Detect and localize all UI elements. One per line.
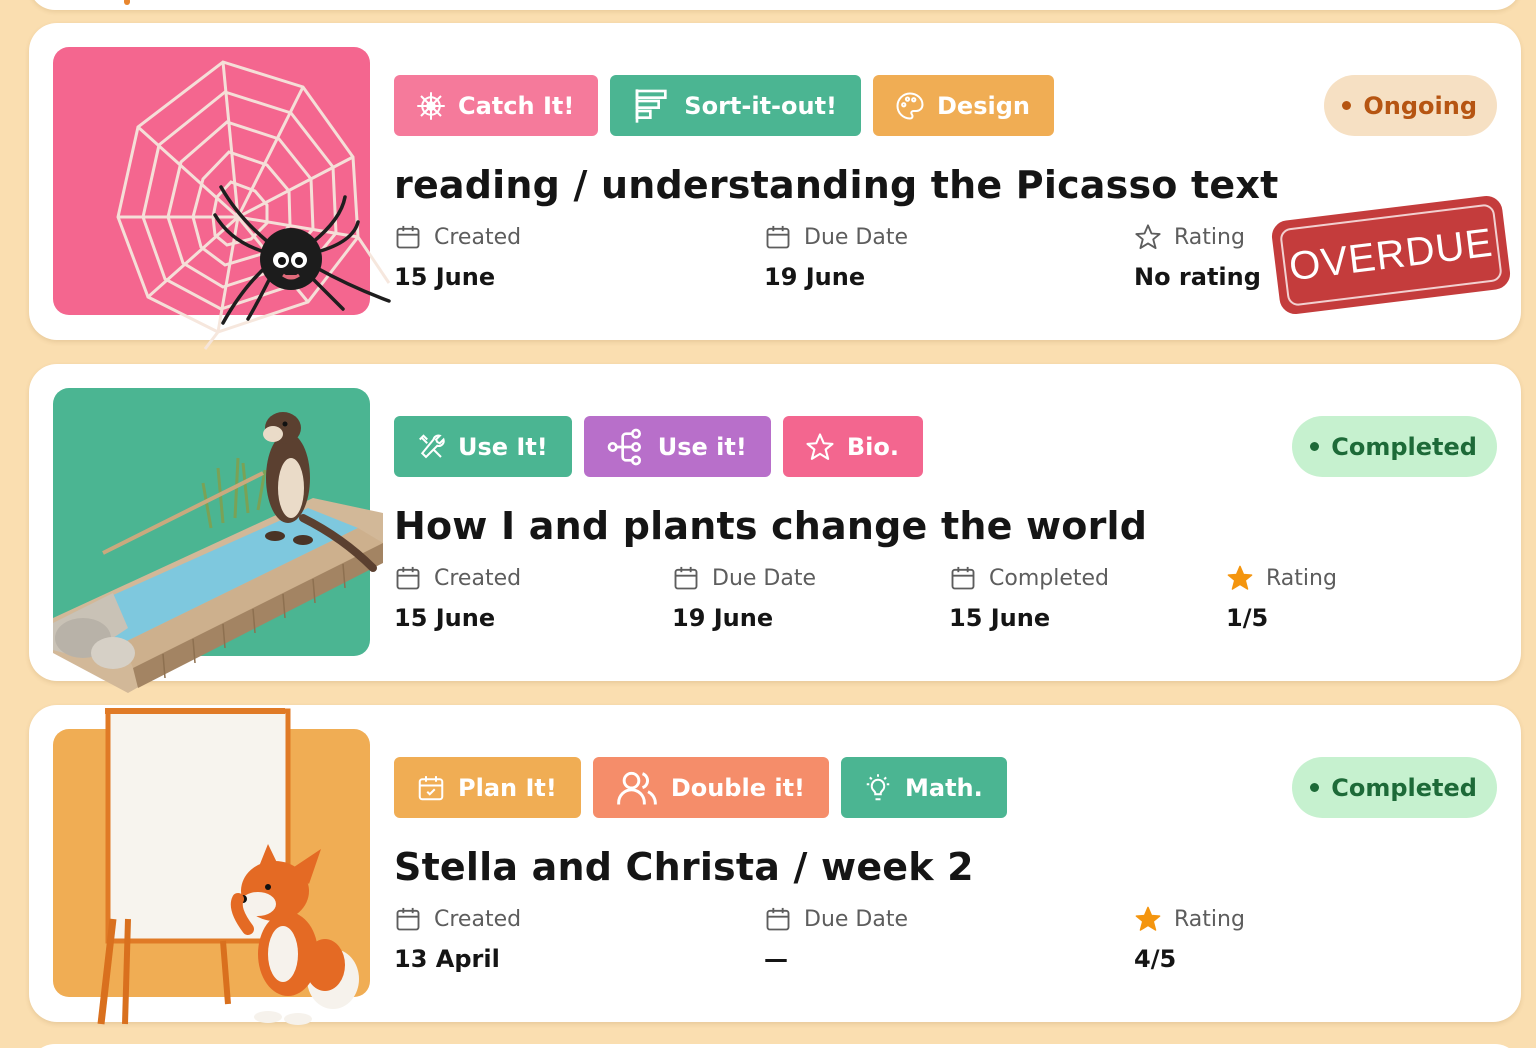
calendar-icon [396,566,420,590]
rating-label: Rating [1174,224,1245,250]
due-date-value: 19 June [672,604,774,632]
created-value: 15 June [394,263,496,291]
task-card[interactable]: Catch It! Sort-it-out! Design Ongoing re… [29,23,1521,350]
branch-icon [607,428,641,465]
task-title[interactable]: Stella and Christa / week 2 [394,845,974,889]
due-date-value: — [764,945,788,973]
status-dot [1342,101,1352,110]
next-card-edge [29,1044,1521,1048]
star-outline-icon [1135,224,1161,250]
tag-label: Plan It! [458,773,557,802]
created-label: Created [434,224,522,250]
meta-due-date: Due Date — [764,903,908,974]
rating-value: 4/5 [1134,945,1177,973]
star-filled-icon [1135,906,1161,931]
calendar-icon [396,225,420,249]
created-value: 15 June [394,604,496,632]
completed-value: 15 June [949,604,1051,632]
status-label: Completed [1331,432,1477,461]
tag-label: Design [937,91,1030,120]
rating-label: Rating [1174,906,1245,932]
calendar-icon [766,907,790,931]
users-icon [617,771,657,804]
otter-dam-illustration [53,412,383,693]
status-badge: Ongoing [1324,75,1497,136]
star-filled-icon [1227,565,1253,590]
rating-label: Rating [1266,565,1337,591]
status-dot [1310,783,1320,792]
tag-label: Use it! [657,432,747,461]
calendar-icon [396,907,420,931]
rating-value: No rating y [1134,263,1269,291]
meta-completed: Completed 15 June [949,562,1109,633]
task-card[interactable]: Plan It! Double it! Math. Completed Stel… [29,705,1521,1025]
tag-label: Double it! [670,773,805,802]
tag-math[interactable]: Math. [841,757,1007,818]
due-date-label: Due Date [804,224,908,250]
tag-catch-it[interactable]: Catch It! [394,75,599,136]
card-edge-accent [124,0,130,5]
tag-double-it[interactable]: Double it! [592,757,829,818]
meta-created: Created 13 April [394,903,522,974]
due-date-label: Due Date [712,565,816,591]
created-label: Created [434,565,522,591]
spider-web-illustration [116,60,391,350]
completed-label: Completed [989,565,1109,591]
tag-design[interactable]: Design [873,75,1054,136]
calendar-icon [766,225,790,249]
tools-icon [419,433,445,458]
palette-icon [896,91,924,120]
tag-bio[interactable]: Bio. [782,416,923,477]
sort-bars-icon [635,88,667,123]
calendar-icon [674,566,698,590]
tag-label: Use It! [458,432,548,461]
tag-label: Math. [905,773,983,802]
meta-created: Created 15 June [394,221,522,292]
tag-label: Bio. [846,432,899,461]
tag-plan-it[interactable]: Plan It! [394,757,581,818]
lightbulb-icon [866,773,890,800]
task-thumbnail [53,388,383,693]
meta-rating: Rating 4/5 [1134,903,1245,974]
status-label: Completed [1331,773,1477,802]
star-icon [806,432,834,460]
tag-use-it[interactable]: Use It! [394,416,572,477]
task-title[interactable]: How I and plants change the world [394,504,1147,548]
due-date-label: Due Date [804,906,908,932]
meta-rating: Rating No rating y [1134,221,1269,291]
status-badge: Completed [1292,416,1497,477]
task-list: Catch It! Sort-it-out! Design Ongoing re… [0,0,1536,1048]
created-value: 13 April [394,945,500,973]
meta-due-date: Due Date 19 June [764,221,908,292]
calendar-icon [951,566,975,590]
task-thumbnail [53,708,370,1025]
tag-row: Plan It! Double it! Math. [394,757,1007,818]
rating-value: 1/5 [1226,604,1269,632]
spiderweb-icon [417,91,445,120]
status-dot [1310,442,1320,451]
due-date-value: 19 June [764,263,866,291]
calendar-check-icon [418,775,444,800]
task-thumbnail [53,47,391,350]
stamp-text: OVERDUE [1279,203,1503,307]
status-badge: Completed [1292,757,1497,818]
status-label: Ongoing [1363,91,1477,120]
tag-sort-it-out[interactable]: Sort-it-out! [610,75,861,136]
meta-rating: Rating 1/5 [1226,562,1337,633]
tag-label: Catch It! [458,91,575,120]
overdue-stamp: OVERDUE [1270,194,1512,316]
meta-due-date: Due Date 19 June [672,562,816,633]
fox-whiteboard-illustration [97,708,359,1025]
tag-row: Catch It! Sort-it-out! Design [394,75,1054,136]
task-title[interactable]: reading / understanding the Picasso text [394,163,1278,207]
meta-created: Created 15 June [394,562,522,633]
tag-row: Use It! Use it! Bio. [394,416,923,477]
created-label: Created [434,906,522,932]
tag-use-it-alt[interactable]: Use it! [583,416,771,477]
tag-label: Sort-it-out! [684,91,837,120]
previous-card-edge [29,0,1521,10]
task-card[interactable]: Use It! Use it! Bio. Completed How I and… [29,364,1521,693]
